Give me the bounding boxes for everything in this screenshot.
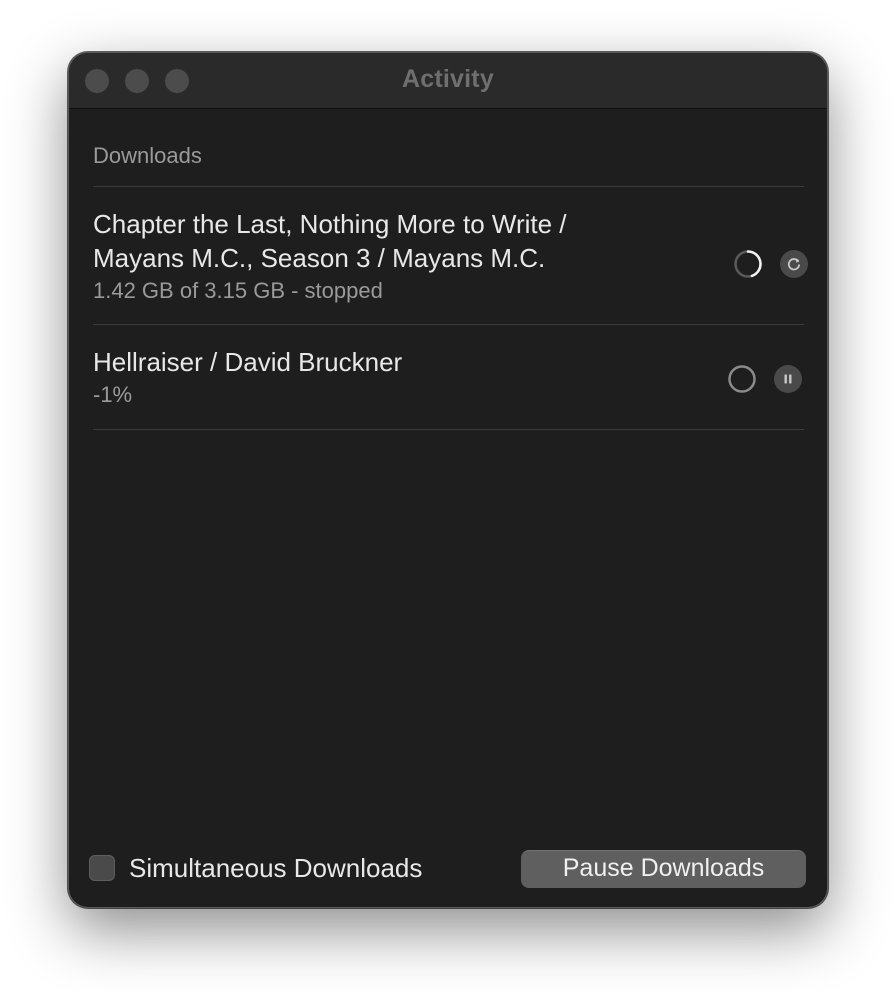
download-title-line: Chapter the Last, Nothing More to Write … [93, 209, 567, 239]
simultaneous-downloads-label[interactable]: Simultaneous Downloads [129, 853, 422, 884]
refresh-icon [787, 258, 800, 271]
download-progress-ring [728, 365, 756, 393]
item-divider [93, 324, 804, 325]
download-title-line: Mayans M.C., Season 3 / Mayans M.C. [93, 243, 546, 273]
download-item[interactable]: Hellraiser / David Bruckner -1% [93, 345, 809, 410]
section-divider [93, 186, 804, 187]
download-item[interactable]: Chapter the Last, Nothing More to Write … [93, 207, 809, 306]
pause-icon [784, 374, 792, 384]
download-title-line: Hellraiser / David Bruckner [93, 347, 403, 377]
activity-window: Activity Downloads Chapter the Last, Not… [68, 52, 828, 908]
retry-download-button[interactable] [780, 250, 808, 278]
pause-downloads-button[interactable]: Pause Downloads [521, 850, 806, 888]
title-bar[interactable]: Activity [69, 53, 827, 109]
download-status: 1.42 GB of 3.15 GB - stopped [93, 278, 383, 303]
window-title: Activity [402, 65, 494, 93]
downloads-section-label: Downloads [93, 143, 202, 168]
pause-download-button[interactable] [774, 365, 802, 393]
simultaneous-downloads-checkbox[interactable] [89, 855, 115, 881]
item-divider [93, 429, 804, 430]
download-progress-ring [734, 250, 762, 278]
download-status: -1% [93, 382, 133, 407]
